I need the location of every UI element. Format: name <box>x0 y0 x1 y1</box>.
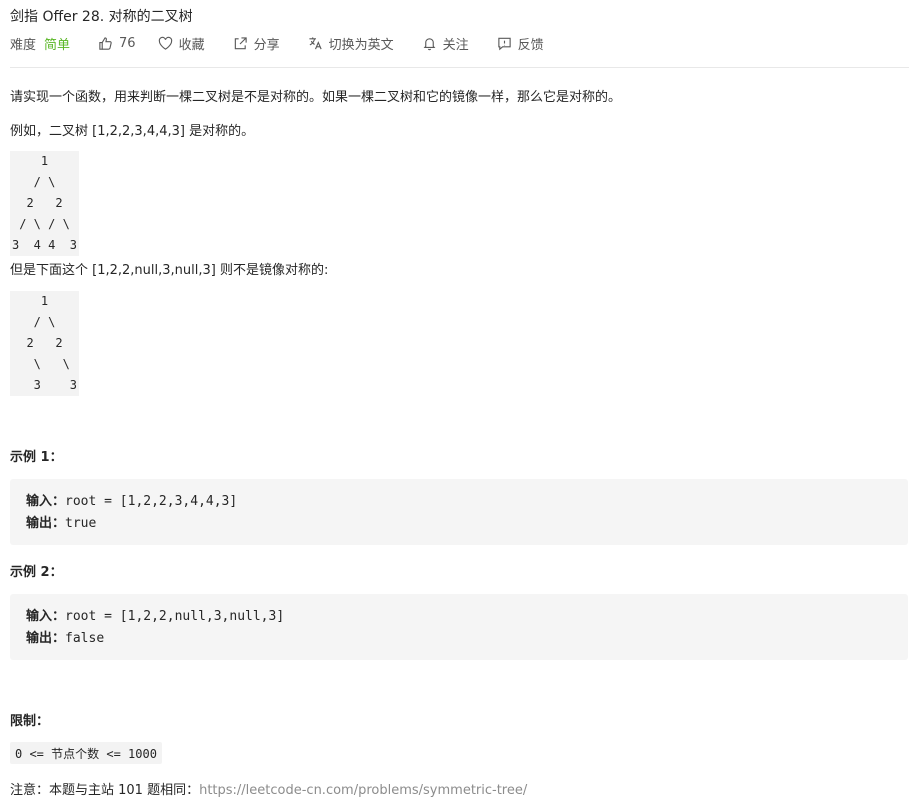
example-2-block: 输入：root = [1,2,2,null,3,null,3] 输出：false <box>10 594 908 660</box>
note-line: 注意：本题与主站 101 题相同：https://leetcode-cn.com… <box>10 779 527 798</box>
problem-description: 请实现一个函数，用来判断一棵二叉树是不是对称的。如果一棵二叉树和它的镜像一样，那… <box>10 90 622 105</box>
follow-button[interactable]: 关注 <box>422 34 469 53</box>
example-1-input: root = [1,2,2,3,4,4,3] <box>65 494 238 509</box>
constraints-heading: 限制： <box>10 714 50 729</box>
favorite-label: 收藏 <box>178 37 205 53</box>
share-icon <box>234 36 247 49</box>
bell-icon <box>423 37 436 50</box>
constraint-item: 0 <= 节点个数 <= 1000 <box>10 742 162 764</box>
problem-title: 剑指 Offer 28. 对称的二叉树 <box>10 9 193 25</box>
heart-icon <box>158 36 172 50</box>
like-count: 76 <box>119 35 136 51</box>
output-label: 输出： <box>26 516 66 531</box>
difficulty-badge: 简单 <box>44 37 71 53</box>
share-label: 分享 <box>253 37 280 53</box>
note-prefix: 注意：本题与主站 101 题相同： <box>10 783 200 798</box>
example-1-heading: 示例 1： <box>10 450 63 465</box>
favorite-button[interactable]: 收藏 <box>158 34 205 53</box>
thumbs-up-icon <box>99 36 112 50</box>
switch-language-label: 切换为英文 <box>328 37 394 53</box>
problem-meta-bar: 难度 简单 76 收藏 分享 切换为英文 关注 反馈 <box>10 34 572 53</box>
example-asymmetric-text: 但是下面这个 [1,2,2,null,3,null,3] 则不是镜像对称的: <box>10 263 329 278</box>
example-2-output-line: 输出：false <box>26 628 892 650</box>
example-1-output: true <box>65 516 97 531</box>
tree-symmetric-diagram: 1 / \ 2 2 / \ / \ 3 4 4 3 <box>10 151 80 256</box>
input-label: 输入： <box>26 494 66 509</box>
input-label: 输入： <box>26 609 66 624</box>
like-button[interactable]: 76 <box>98 36 136 51</box>
translate-icon <box>309 36 322 49</box>
share-button[interactable]: 分享 <box>233 34 280 53</box>
feedback-label: 反馈 <box>517 37 544 53</box>
example-1-input-line: 输入：root = [1,2,2,3,4,4,3] <box>26 491 892 513</box>
follow-label: 关注 <box>442 37 469 53</box>
example-2-output: false <box>65 631 105 646</box>
symmetric-tree-link[interactable]: https://leetcode-cn.com/problems/symmetr… <box>199 783 527 798</box>
switch-language-button[interactable]: 切换为英文 <box>308 34 394 53</box>
example-2-input: root = [1,2,2,null,3,null,3] <box>65 609 285 624</box>
tree-asymmetric-diagram: 1 / \ 2 2 \ \ 3 3 <box>10 291 80 396</box>
header-divider <box>10 67 909 68</box>
example-symmetric-text: 例如，二叉树 [1,2,2,3,4,4,3] 是对称的。 <box>10 124 255 139</box>
feedback-button[interactable]: 反馈 <box>497 34 544 53</box>
example-2-input-line: 输入：root = [1,2,2,null,3,null,3] <box>26 606 892 628</box>
output-label: 输出： <box>26 631 66 646</box>
example-2-heading: 示例 2： <box>10 565 63 580</box>
difficulty-label: 难度 <box>10 37 37 53</box>
feedback-icon <box>497 37 511 50</box>
example-1-output-line: 输出：true <box>26 513 892 535</box>
example-1-block: 输入：root = [1,2,2,3,4,4,3] 输出：true <box>10 479 908 545</box>
